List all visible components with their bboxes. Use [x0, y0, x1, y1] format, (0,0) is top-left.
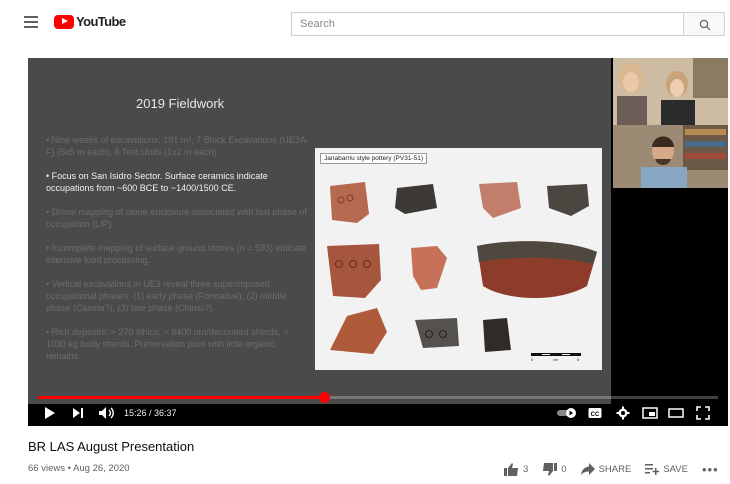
time-display: 15:26 / 36:37 [124, 408, 177, 418]
player-controls: 15:26 / 36:37 CC [28, 401, 728, 426]
captions-icon[interactable]: CC [588, 406, 602, 420]
scale-bar: 0 5 cm [531, 353, 581, 362]
progress-played [38, 396, 324, 399]
webcam-feed-1 [613, 58, 728, 125]
share-label: SHARE [598, 463, 632, 475]
thumbs-down-icon [543, 462, 558, 476]
pottery-sherds-image [327, 182, 597, 354]
slide-bullet: • Drone mapping of stone enclosure assoc… [46, 207, 307, 229]
theater-mode-icon[interactable] [668, 406, 684, 420]
slide-bullet: • Rich deposits: > 270 lithics, > 8400 n… [46, 327, 289, 361]
slide-title: 2019 Fieldwork [136, 96, 225, 111]
settings-gear-icon[interactable] [616, 406, 630, 420]
slide-bullet: • Nine weeks of excavations, 191 m², 7 B… [46, 135, 309, 157]
slide-bullet: • Incomplete mapping of surface ground s… [46, 243, 307, 265]
webcam-participants-image [613, 58, 728, 125]
video-meta: 66 views • Aug 26, 2020 [28, 463, 130, 474]
search-icon [699, 19, 711, 31]
slide-bullet-active: • Focus on San Isidro Sector. Surface ce… [46, 171, 268, 193]
search-input[interactable]: Search [291, 12, 683, 36]
slide-bullets: • Nine weeks of excavations, 191 m², 7 B… [46, 134, 311, 374]
search-button[interactable] [683, 12, 725, 36]
share-arrow-icon [580, 463, 595, 475]
video-actions: 3 0 SHARE SAVE ••• [504, 461, 719, 477]
youtube-play-icon [54, 14, 74, 29]
save-label: SAVE [663, 463, 688, 475]
youtube-logo[interactable]: YouTube [54, 14, 126, 29]
progress-bar[interactable] [38, 392, 718, 403]
dislike-button[interactable]: 0 [542, 462, 567, 476]
save-playlist-icon [645, 464, 660, 475]
webcam-feed-2 [613, 125, 728, 188]
logo-text: YouTube [76, 14, 126, 29]
scale-label-unit: cm [553, 357, 559, 362]
more-actions-button[interactable]: ••• [702, 462, 719, 477]
masthead: YouTube Search [0, 0, 730, 44]
svg-text:CC: CC [591, 412, 600, 418]
webcam-presenter-image [613, 125, 728, 188]
fullscreen-icon[interactable] [696, 406, 710, 420]
presentation-slide: 2019 Fieldwork • Nine weeks of excavatio… [28, 58, 611, 404]
hamburger-menu-icon[interactable] [24, 16, 38, 28]
scale-label-five: 5 [577, 357, 580, 362]
next-icon[interactable] [72, 406, 84, 420]
dislike-count: 0 [561, 463, 567, 475]
like-count: 3 [523, 463, 529, 475]
scale-label-zero: 0 [531, 357, 534, 362]
pottery-photo: Janabarriu style pottery (PV31-51) 0 5 c… [315, 148, 602, 370]
play-icon[interactable] [44, 406, 56, 420]
save-button[interactable]: SAVE [645, 463, 688, 475]
like-button[interactable]: 3 [504, 462, 529, 476]
autoplay-toggle-icon[interactable] [556, 406, 578, 420]
video-player[interactable]: 2019 Fieldwork • Nine weeks of excavatio… [28, 58, 728, 426]
volume-icon[interactable] [98, 406, 116, 420]
thumbs-up-icon [504, 462, 518, 476]
share-button[interactable]: SHARE [580, 463, 632, 475]
video-title: BR LAS August Presentation [28, 439, 195, 454]
miniplayer-icon[interactable] [642, 406, 658, 420]
slide-bullet: • Vertical excavations in UE3 reveal thr… [46, 279, 287, 313]
